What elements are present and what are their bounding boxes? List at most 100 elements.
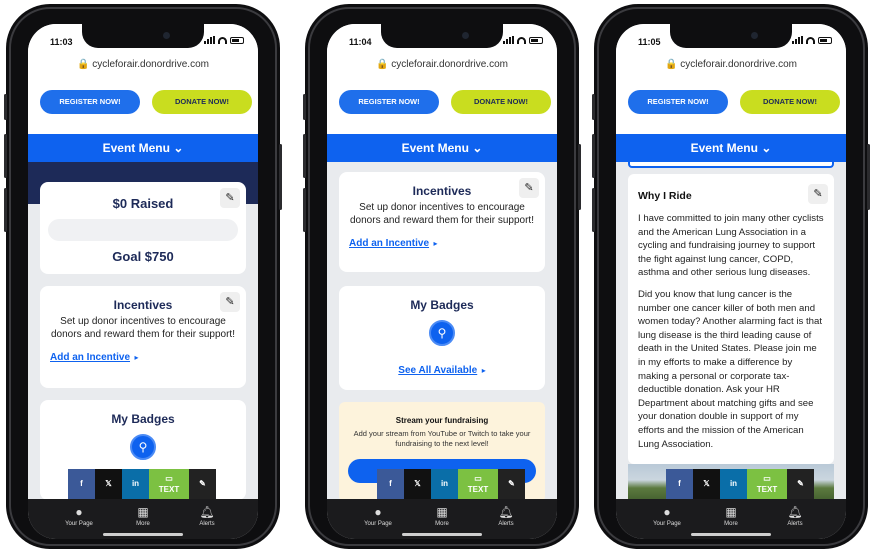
fundraising-progress-card: ✎ $0 Raised Goal $750	[40, 182, 246, 274]
link-icon[interactable]: ✎	[787, 469, 814, 499]
status-time: 11:05	[638, 37, 661, 47]
tab-alerts[interactable]: 🔔︎ Alerts	[182, 505, 232, 527]
home-indicator[interactable]	[103, 533, 183, 536]
x-share-button[interactable]: 𝕏	[693, 469, 720, 499]
incentives-title: Incentives	[113, 298, 173, 312]
wifi-icon	[517, 36, 526, 44]
url-text: cycleforair.donordrive.com	[680, 59, 797, 70]
badges-card: My Badges ⚲ See All Available ▸	[339, 286, 545, 390]
url-bar[interactable]: 🔒 cycleforair.donordrive.com	[28, 54, 258, 76]
notch	[82, 24, 204, 48]
text-share-label: TEXT	[467, 485, 489, 494]
event-menu-button[interactable]: Event Menu ⌄	[327, 134, 557, 162]
facebook-share-button[interactable]: f	[68, 469, 95, 499]
link-icon[interactable]: ✎	[189, 469, 216, 499]
signal-icon	[503, 36, 514, 44]
linkedin-share-button[interactable]: in	[431, 469, 458, 499]
event-menu-label: Event Menu	[102, 141, 170, 155]
chevron-right-icon: ▸	[134, 353, 139, 362]
tab-alerts[interactable]: 🔔︎ Alerts	[481, 505, 531, 527]
donate-button[interactable]: DONATE NOW!	[451, 90, 551, 114]
goal-amount: Goal $750	[112, 249, 174, 264]
previous-card-edge	[628, 162, 834, 168]
tab-label: Alerts	[787, 521, 803, 527]
power-button	[578, 144, 581, 210]
bell-icon: 🔔︎	[498, 505, 514, 519]
text-share-button[interactable]: ▭ TEXT	[149, 469, 189, 499]
why-i-ride-card: ✎ Why I Ride I have committed to join ma…	[628, 174, 834, 464]
wifi-icon	[806, 36, 815, 44]
register-button[interactable]: REGISTER NOW!	[40, 90, 140, 114]
home-indicator[interactable]	[402, 533, 482, 536]
edit-pencil-icon[interactable]: ✎	[220, 292, 240, 312]
url-bar[interactable]: 🔒 cycleforair.donordrive.com	[616, 54, 846, 76]
x-share-button[interactable]: 𝕏	[95, 469, 122, 499]
bike-badge-icon[interactable]: ⚲	[429, 320, 455, 346]
sms-icon: ▭	[165, 474, 173, 483]
volume-down-button	[4, 188, 7, 232]
register-button[interactable]: REGISTER NOW!	[339, 90, 439, 114]
status-icons	[204, 36, 244, 44]
tab-more[interactable]: ▦ More	[118, 505, 168, 527]
linkedin-share-button[interactable]: in	[720, 469, 747, 499]
see-all-link[interactable]: See All Available	[398, 365, 477, 376]
see-all-row: See All Available ▸	[339, 360, 545, 378]
camera-icon	[163, 32, 170, 39]
register-button[interactable]: REGISTER NOW!	[628, 90, 728, 114]
status-icons	[503, 36, 543, 44]
camera-icon	[751, 32, 758, 39]
signal-icon	[204, 36, 215, 44]
add-incentive-link[interactable]: Add an Incentive	[349, 238, 429, 249]
why-i-ride-title: Why I Ride	[638, 190, 692, 202]
sms-icon: ▭	[474, 474, 482, 483]
tab-bar: ● Your Page ▦ More 🔔︎ Alerts	[616, 499, 846, 539]
edit-pencil-icon[interactable]: ✎	[519, 178, 539, 198]
mute-switch	[303, 94, 306, 120]
text-share-button[interactable]: ▭ TEXT	[747, 469, 787, 499]
volume-down-button	[592, 188, 595, 232]
tab-more[interactable]: ▦ More	[706, 505, 756, 527]
power-button	[867, 144, 870, 210]
notch	[381, 24, 503, 48]
url-bar[interactable]: 🔒 cycleforair.donordrive.com	[327, 54, 557, 76]
phone-2: 11:04 🔒 cycleforair.donordrive.com REGIS…	[303, 4, 581, 549]
donate-button[interactable]: DONATE NOW!	[740, 90, 840, 114]
signal-icon	[792, 36, 803, 44]
url-text: cycleforair.donordrive.com	[391, 59, 508, 70]
tab-your-page[interactable]: ● Your Page	[353, 505, 403, 527]
event-menu-button[interactable]: Event Menu ⌄	[28, 134, 258, 162]
chevron-right-icon: ▸	[433, 239, 438, 248]
text-share-button[interactable]: ▭ TEXT	[458, 469, 498, 499]
volume-up-button	[4, 134, 7, 178]
tab-alerts[interactable]: 🔔︎ Alerts	[770, 505, 820, 527]
incentives-text: Set up donor incentives to encourage don…	[350, 202, 534, 226]
stream-text: Add your stream from YouTube or Twitch t…	[353, 429, 531, 448]
event-menu-button[interactable]: Event Menu ⌄	[616, 134, 846, 162]
grid-icon: ▦	[725, 505, 737, 519]
chevron-down-icon: ⌄	[472, 141, 483, 155]
tab-label: Your Page	[65, 521, 93, 527]
facebook-share-button[interactable]: f	[666, 469, 693, 499]
tab-your-page[interactable]: ● Your Page	[54, 505, 104, 527]
chevron-down-icon: ⌄	[173, 141, 184, 155]
donate-button[interactable]: DONATE NOW!	[152, 90, 252, 114]
chevron-down-icon: ⌄	[761, 141, 772, 155]
home-indicator[interactable]	[691, 533, 771, 536]
volume-down-button	[303, 188, 306, 232]
why-paragraph-2: Did you know that lung cancer is the num…	[638, 288, 822, 450]
bell-icon: 🔔︎	[199, 505, 215, 519]
add-incentive-row: Add an Incentive ▸	[339, 233, 545, 251]
facebook-share-button[interactable]: f	[377, 469, 404, 499]
phone-1: 11:03 🔒 cycleforair.donordrive.com REGIS…	[4, 4, 282, 549]
tab-your-page[interactable]: ● Your Page	[642, 505, 692, 527]
status-time: 11:04	[349, 37, 372, 47]
battery-icon	[818, 36, 832, 44]
bike-badge-icon[interactable]: ⚲	[130, 434, 156, 460]
link-icon[interactable]: ✎	[498, 469, 525, 499]
linkedin-share-button[interactable]: in	[122, 469, 149, 499]
x-share-button[interactable]: 𝕏	[404, 469, 431, 499]
edit-pencil-icon[interactable]: ✎	[220, 188, 240, 208]
tab-more[interactable]: ▦ More	[417, 505, 467, 527]
add-incentive-link[interactable]: Add an Incentive	[50, 352, 130, 363]
edit-pencil-icon[interactable]: ✎	[808, 184, 828, 204]
